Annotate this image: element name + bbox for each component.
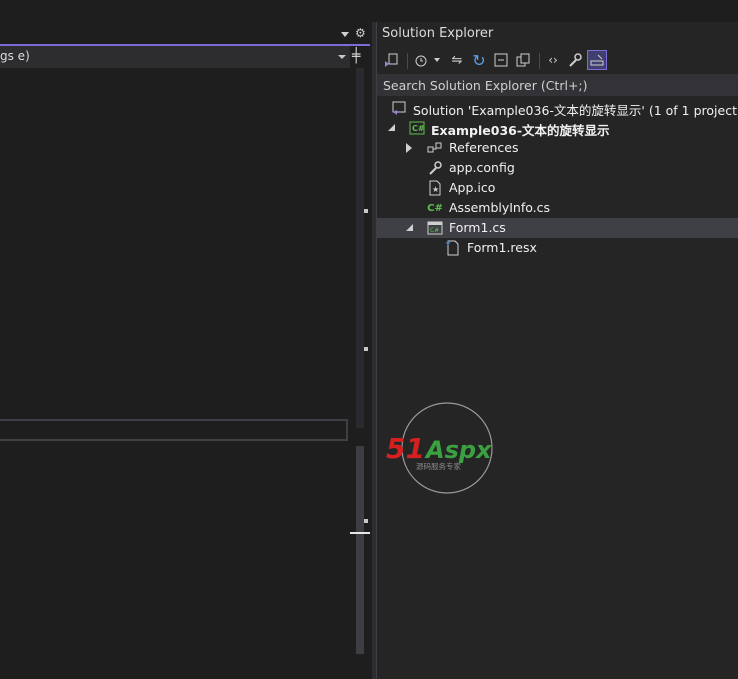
svg-text:C#: C# [412, 124, 425, 133]
member-dropdown[interactable]: gs e) [0, 46, 350, 68]
references-icon [427, 140, 443, 156]
scrollbar-track-upper[interactable] [356, 68, 364, 428]
tree-item-label: app.config [449, 160, 515, 175]
form-file-icon: C# [427, 220, 443, 236]
gear-icon[interactable]: ⚙ [355, 26, 366, 40]
collapse-arrow-icon[interactable] [406, 224, 413, 231]
tree-item-label: Solution 'Example036-文本的旋转显示' (1 of 1 pr… [413, 103, 738, 118]
view-code-icon[interactable]: ‹› [543, 50, 563, 70]
tree-item-label: Example036-文本的旋转显示 [431, 123, 610, 138]
switch-views-icon[interactable] [381, 50, 401, 70]
tab-overflow-dropdown-icon[interactable] [341, 32, 349, 37]
svg-text:C#: C# [430, 227, 439, 234]
tree-item-app-config[interactable]: app.config [377, 158, 738, 178]
scrollbar-thumb[interactable] [356, 446, 364, 654]
tree-item-label: AssemblyInfo.cs [449, 200, 551, 215]
tree-item-references[interactable]: References [377, 138, 738, 158]
collapse-arrow-icon[interactable] [388, 124, 395, 131]
preview-selected-items-icon[interactable] [587, 50, 607, 70]
show-all-files-icon[interactable] [513, 50, 533, 70]
scrollbar-marker [364, 347, 368, 351]
csharp-project-icon: C# [409, 120, 425, 136]
vertical-scrollbar[interactable] [350, 68, 370, 679]
tree-item-project[interactable]: C# Example036-文本的旋转显示 [377, 118, 738, 138]
svg-text:源码服务专家: 源码服务专家 [416, 461, 461, 471]
solution-explorer-search-input[interactable]: Search Solution Explorer (Ctrl+;) [377, 74, 738, 96]
sync-with-active-document-icon[interactable]: ⇋ [447, 50, 467, 70]
tree-item-assemblyinfo[interactable]: C# AssemblyInfo.cs [377, 198, 738, 218]
filter-dropdown-icon[interactable] [431, 50, 443, 70]
toolbar-separator [539, 53, 540, 69]
tree-item-form1-resx[interactable]: Form1.resx [377, 238, 738, 258]
solution-explorer-toolbar: ⇋ ↻ ‹› [377, 48, 738, 72]
svg-text:51: 51 [386, 432, 425, 465]
lower-panel-area [0, 443, 350, 679]
tree-item-label: Form1.cs [449, 220, 506, 235]
svg-text:★: ★ [432, 185, 439, 194]
solution-explorer-panel: Solution Explorer ⇋ ↻ ‹› Search Solution… [376, 22, 738, 679]
tree-item-label: App.ico [449, 180, 496, 195]
editor-bottom-panel-bar[interactable] [0, 419, 348, 441]
code-editor-area[interactable] [0, 68, 350, 418]
toolbar-separator [407, 53, 408, 69]
tree-item-label: Form1.resx [467, 240, 537, 255]
resource-file-icon [445, 240, 461, 256]
51aspx-watermark-logo: 51 Aspx 源码服务专家 [384, 400, 514, 496]
solution-icon [391, 100, 407, 116]
config-file-icon [427, 160, 443, 176]
refresh-icon[interactable]: ↻ [469, 50, 489, 70]
tree-item-label: References [449, 140, 519, 155]
solution-explorer-title: Solution Explorer [382, 26, 494, 41]
tree-item-form1[interactable]: C# Form1.cs [377, 218, 738, 238]
chevron-down-icon[interactable] [338, 55, 346, 59]
expand-arrow-icon[interactable] [406, 143, 412, 153]
search-placeholder: Search Solution Explorer (Ctrl+;) [383, 78, 588, 93]
pending-changes-filter-icon[interactable] [411, 50, 431, 70]
split-window-icon[interactable]: ╪ [352, 48, 360, 64]
scrollbar-splitter[interactable] [350, 532, 370, 534]
editor-tab-strip [0, 22, 372, 44]
csharp-file-icon: C# [427, 202, 443, 214]
properties-wrench-icon[interactable] [565, 50, 585, 70]
tree-item-app-ico[interactable]: ★ App.ico [377, 178, 738, 198]
scrollbar-marker [364, 209, 368, 213]
tree-item-solution[interactable]: Solution 'Example036-文本的旋转显示' (1 of 1 pr… [377, 98, 738, 118]
scrollbar-marker [364, 519, 368, 523]
icon-file-icon: ★ [427, 180, 443, 196]
collapse-all-icon[interactable] [491, 50, 511, 70]
member-dropdown-text: gs e) [0, 49, 30, 63]
svg-text:Aspx: Aspx [424, 436, 493, 464]
